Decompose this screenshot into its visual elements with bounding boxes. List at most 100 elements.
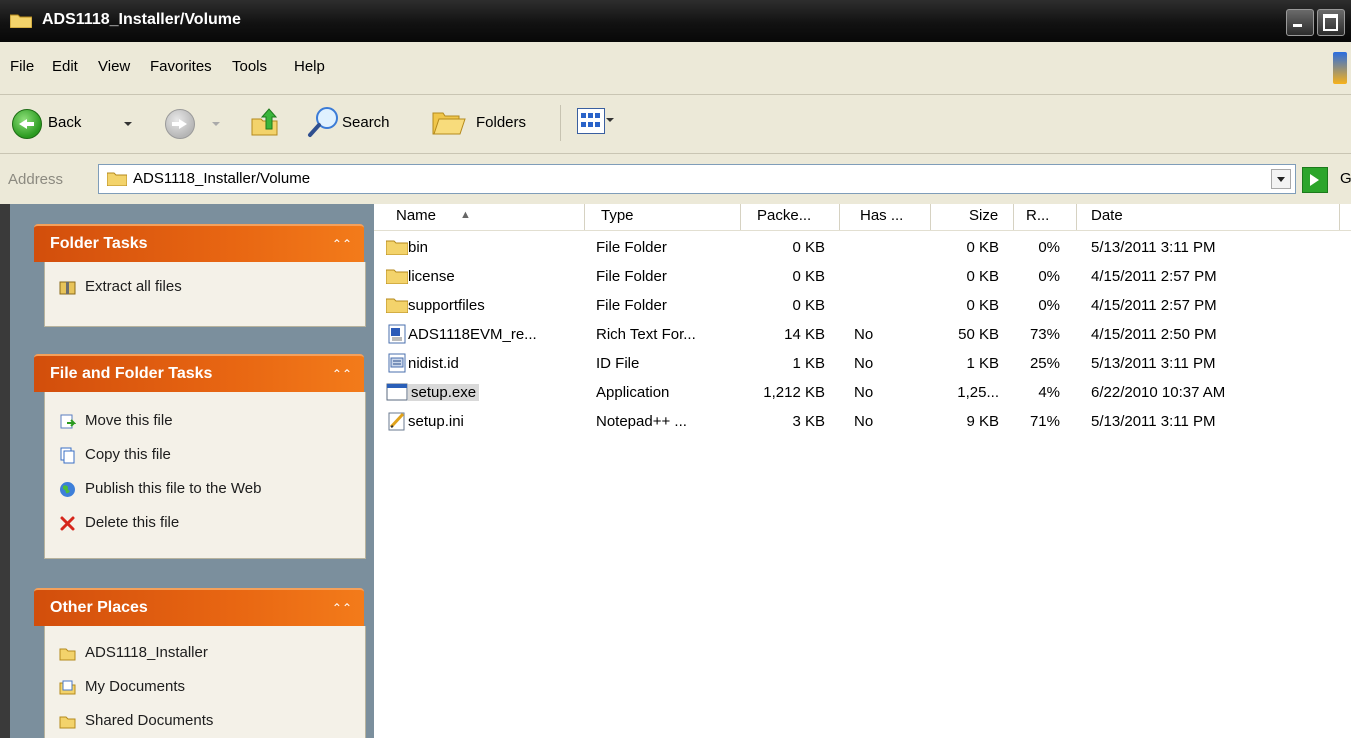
column-header-ratio[interactable]: R...	[1014, 204, 1077, 230]
back-button[interactable]: Back	[48, 114, 81, 131]
other-places-title: Other Places	[50, 599, 148, 616]
file-ratio: 0%	[1038, 268, 1060, 285]
place-label: ADS1118_Installer	[85, 644, 208, 661]
file-ratio: 4%	[1038, 384, 1060, 401]
back-dropdown-icon[interactable]	[124, 122, 132, 126]
file-has: No	[854, 384, 874, 401]
menu-help[interactable]: Help	[294, 58, 325, 75]
search-button[interactable]: Search	[342, 114, 390, 131]
folders-button[interactable]: Folders	[476, 114, 526, 131]
file-size: 50 KB	[958, 326, 999, 343]
menu-edit[interactable]: Edit	[52, 58, 78, 75]
file-ratio: 73%	[1029, 326, 1060, 343]
file-folder-tasks-panel: Move this file Copy this file Publish th…	[44, 392, 366, 559]
file-folder-tasks-header[interactable]: File and Folder Tasks ⌃⌃	[34, 354, 364, 392]
column-header-has[interactable]: Has ...	[840, 204, 931, 230]
go-button[interactable]: G	[1340, 170, 1351, 187]
address-label: Address	[8, 171, 64, 188]
collapse-icon[interactable]: ⌃⌃	[332, 237, 352, 251]
file-name: setup.ini	[408, 413, 464, 430]
column-header-date[interactable]: Date	[1077, 204, 1340, 230]
folders-icon[interactable]	[431, 107, 467, 137]
file-date: 4/15/2011 2:57 PM	[1091, 268, 1217, 285]
menu-file[interactable]: File	[10, 58, 34, 75]
folder-tasks-panel: Extract all files	[44, 262, 366, 327]
place-label: My Documents	[85, 678, 186, 695]
file-name: supportfiles	[408, 297, 485, 314]
file-type: File Folder	[596, 297, 667, 314]
views-dropdown-icon[interactable]	[606, 118, 614, 122]
file-name: nidist.id	[408, 355, 459, 372]
collapse-icon[interactable]: ⌃⌃	[332, 367, 352, 381]
id-file-icon	[388, 353, 406, 373]
rtf-icon	[388, 324, 406, 344]
copy-icon	[60, 447, 75, 464]
toolbar: Back Search Folders	[0, 95, 1351, 154]
folder-tasks-header[interactable]: Folder Tasks ⌃⌃	[34, 224, 364, 262]
forward-arrow-icon[interactable]	[165, 109, 195, 139]
column-header-name[interactable]: Name ▲	[374, 204, 585, 230]
minimize-button[interactable]	[1286, 9, 1314, 36]
file-date: 5/13/2011 3:11 PM	[1091, 355, 1216, 372]
menu-view[interactable]: View	[98, 58, 130, 75]
task-label: Move this file	[85, 412, 173, 429]
forward-dropdown-icon[interactable]	[212, 122, 220, 126]
search-icon[interactable]	[306, 105, 342, 139]
table-row[interactable]: bin File Folder 0 KB 0 KB 0% 5/13/2011 3…	[374, 234, 1351, 263]
file-type: File Folder	[596, 239, 667, 256]
go-arrow-icon[interactable]	[1302, 167, 1328, 193]
collapse-icon[interactable]: ⌃⌃	[332, 601, 352, 615]
table-row[interactable]: supportfiles File Folder 0 KB 0 KB 0% 4/…	[374, 292, 1351, 321]
folder-icon	[10, 14, 32, 28]
other-places-panel: ADS1118_Installer My Documents Shared Do…	[44, 626, 366, 738]
folder-icon	[59, 648, 76, 661]
file-date: 4/15/2011 2:57 PM	[1091, 297, 1217, 314]
file-packed: 1 KB	[792, 355, 825, 372]
file-size: 1 KB	[966, 355, 999, 372]
column-header-type[interactable]: Type	[585, 204, 741, 230]
maximize-button[interactable]	[1317, 9, 1345, 36]
address-input[interactable]: ADS1118_Installer/Volume	[98, 164, 1296, 194]
folder-up-icon[interactable]	[250, 107, 280, 137]
address-dropdown-icon[interactable]	[1271, 169, 1291, 189]
delete-icon	[60, 516, 75, 531]
extract-icon	[59, 281, 76, 295]
file-packed: 14 KB	[784, 326, 825, 343]
window-title: ADS1118_Installer/Volume	[42, 11, 241, 28]
views-icon[interactable]	[577, 108, 605, 134]
file-ratio: 25%	[1029, 355, 1060, 372]
file-packed: 3 KB	[792, 413, 825, 430]
table-row[interactable]: license File Folder 0 KB 0 KB 0% 4/15/20…	[374, 263, 1351, 292]
file-size: 0 KB	[966, 297, 999, 314]
file-name: license	[408, 268, 455, 285]
file-date: 4/15/2011 2:50 PM	[1091, 326, 1217, 343]
column-label: R...	[1026, 207, 1050, 224]
table-row[interactable]: ADS1118EVM_re... Rich Text For... 14 KB …	[374, 321, 1351, 350]
table-row[interactable]: setup.ini Notepad++ ... 3 KB No 9 KB 71%…	[374, 408, 1351, 437]
menu-favorites[interactable]: Favorites	[150, 58, 212, 75]
file-has: No	[854, 355, 874, 372]
file-name: bin	[408, 239, 429, 256]
table-row-selected[interactable]: setup.exe Application 1,212 KB No 1,25..…	[374, 379, 1351, 408]
file-name: ADS1118EVM_re...	[408, 326, 537, 343]
back-arrow-icon[interactable]	[12, 109, 42, 139]
column-label: Packe...	[757, 207, 812, 224]
file-ratio: 71%	[1029, 413, 1060, 430]
file-size: 9 KB	[966, 413, 999, 430]
address-bar: Address ADS1118_Installer/Volume G	[0, 154, 1351, 204]
globe-icon	[60, 482, 75, 497]
folder-icon	[386, 240, 408, 255]
task-label: Delete this file	[85, 514, 180, 531]
menu-tools[interactable]: Tools	[232, 58, 267, 75]
column-header-packed[interactable]: Packe...	[741, 204, 840, 230]
address-path: ADS1118_Installer/Volume	[133, 170, 311, 187]
table-row[interactable]: nidist.id ID File 1 KB No 1 KB 25% 5/13/…	[374, 350, 1351, 379]
file-packed: 0 KB	[792, 268, 825, 285]
other-places-header[interactable]: Other Places ⌃⌃	[34, 588, 364, 626]
column-header-size[interactable]: Size	[931, 204, 1014, 230]
menu-bar: File Edit View Favorites Tools Help	[0, 42, 1351, 95]
folder-icon	[59, 716, 76, 729]
toolbar-separator	[560, 105, 561, 141]
ini-icon	[388, 412, 405, 431]
file-ratio: 0%	[1038, 297, 1060, 314]
